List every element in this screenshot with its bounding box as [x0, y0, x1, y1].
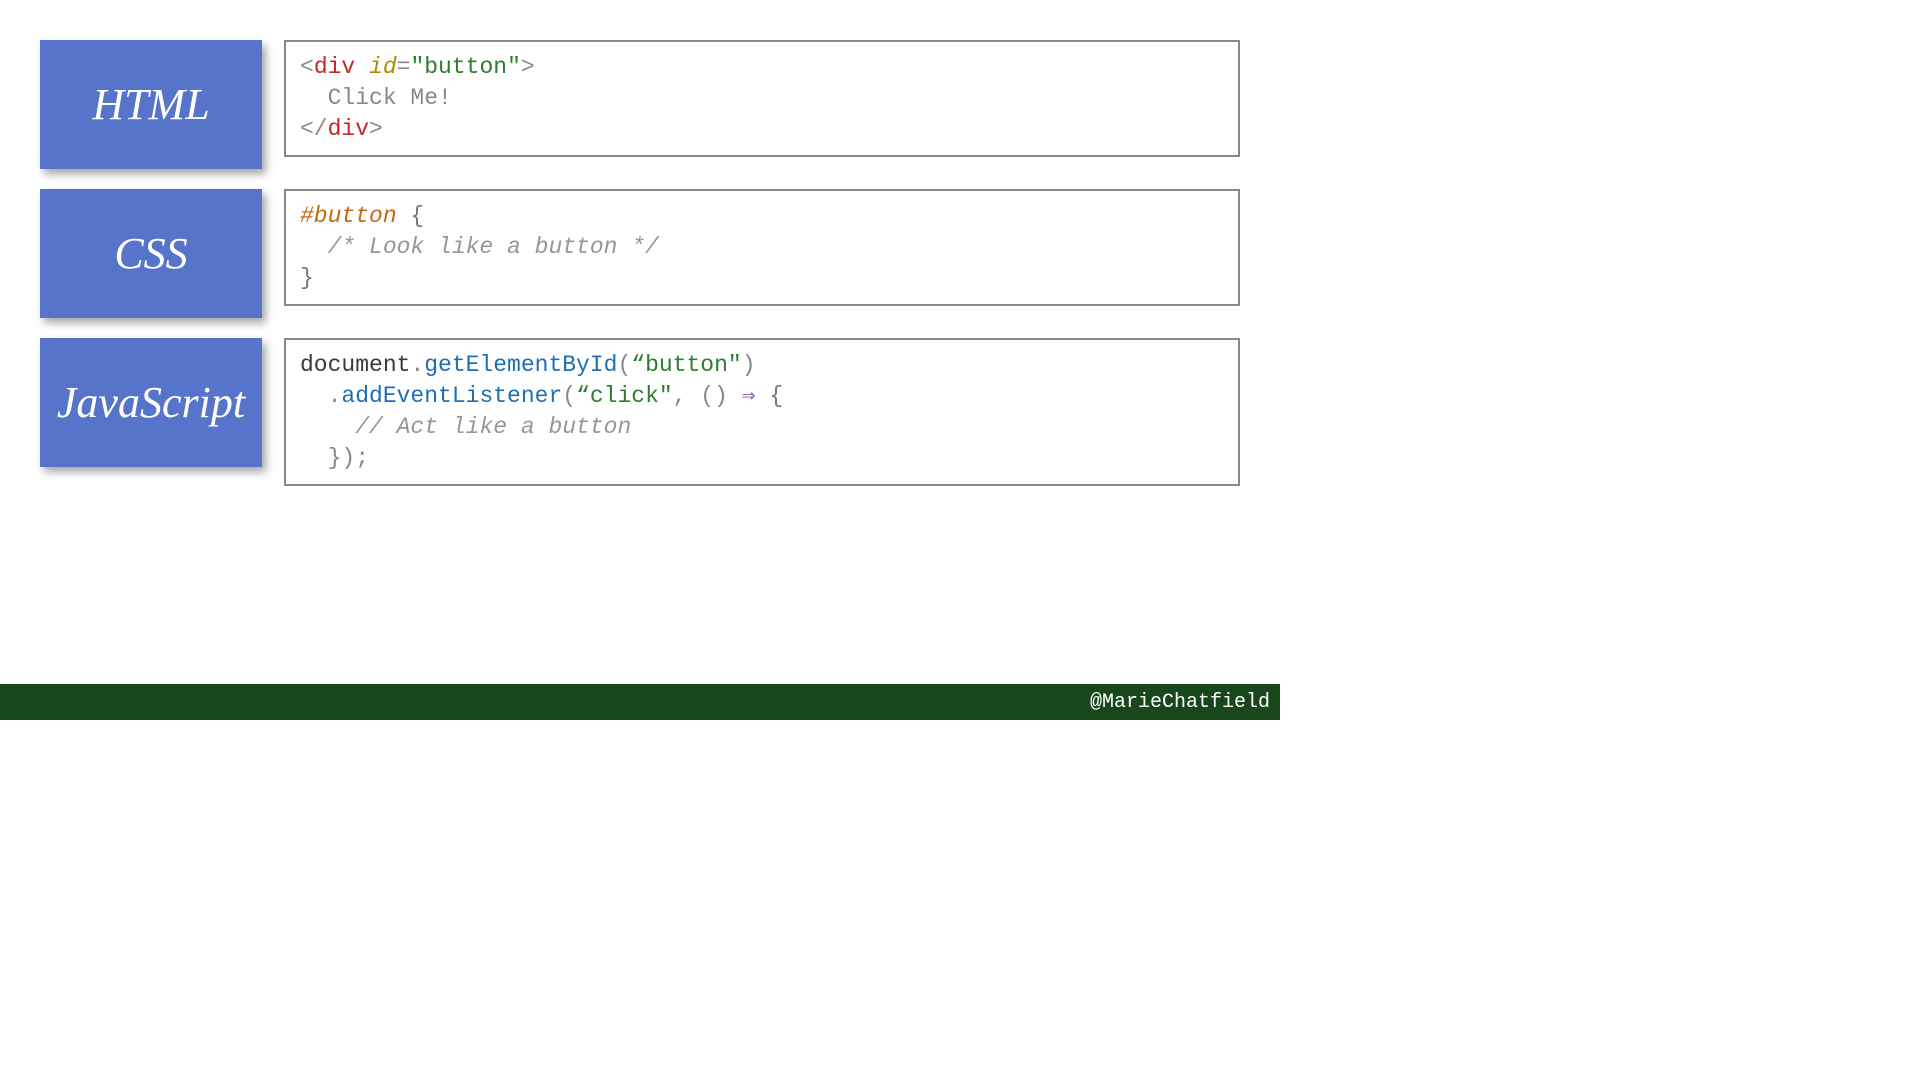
- label-html: HTML: [40, 40, 262, 169]
- code-css: #button { /* Look like a button */ }: [284, 189, 1240, 306]
- slide-content: HTML <div id="button"> Click Me! </div> …: [0, 0, 1280, 486]
- footer-bar: @MarieChatfield: [0, 684, 1280, 720]
- label-js-text: JavaScript: [57, 377, 245, 428]
- code-html: <div id="button"> Click Me! </div>: [284, 40, 1240, 157]
- row-js: JavaScript document.getElementById(“butt…: [40, 338, 1240, 486]
- code-js: document.getElementById(“button") .addEv…: [284, 338, 1240, 486]
- label-html-text: HTML: [92, 79, 209, 130]
- row-css: CSS #button { /* Look like a button */ }: [40, 189, 1240, 318]
- label-css: CSS: [40, 189, 262, 318]
- row-html: HTML <div id="button"> Click Me! </div>: [40, 40, 1240, 169]
- label-css-text: CSS: [114, 228, 187, 279]
- footer-handle: @MarieChatfield: [1090, 691, 1270, 714]
- label-js: JavaScript: [40, 338, 262, 467]
